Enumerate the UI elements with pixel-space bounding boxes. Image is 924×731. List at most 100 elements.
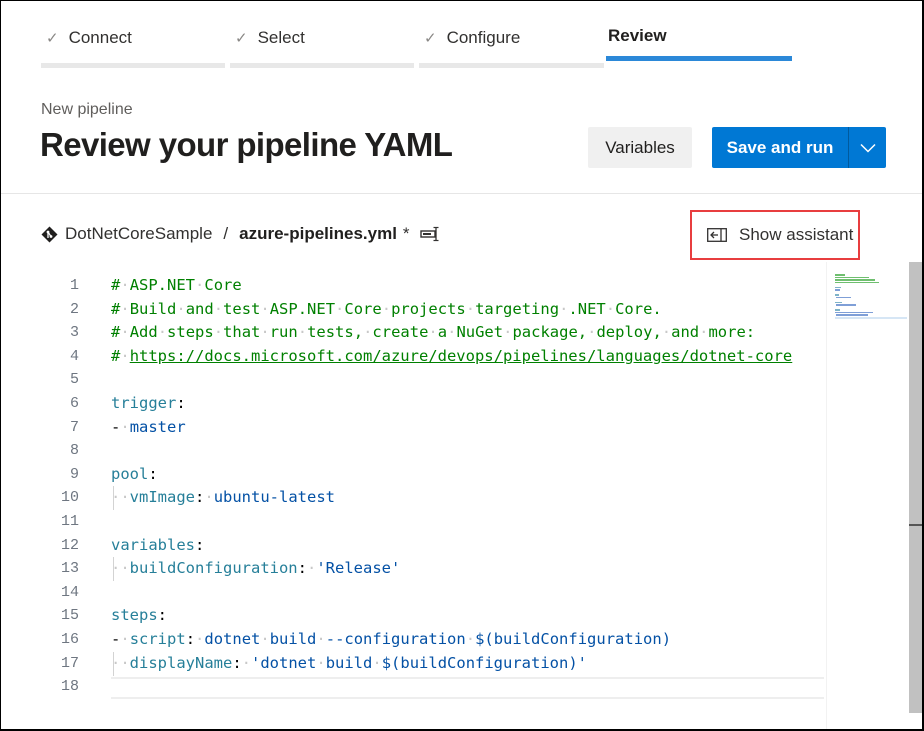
scrollbar-position-marker [909,524,922,526]
yaml-key: steps [111,606,158,625]
yaml-colon: : [195,535,205,554]
docs-link[interactable]: https://docs.microsoft.com/azure/devops/… [130,347,793,365]
yaml-colon: : [232,653,242,672]
step-active-indicator [606,56,792,61]
yaml-key: buildConfiguration [129,559,298,578]
yaml-editor[interactable]: 1 #·ASP.NET·Core 2 #·Build·and·test·ASP.… [0,272,824,731]
minimap-line [836,296,851,298]
line-number: 4 [69,347,79,365]
step-configure[interactable]: ✓ Configure [419,0,604,68]
line-number: 9 [69,465,79,483]
save-and-run-button[interactable]: Save and run [712,127,849,168]
code-line: 13 ··buildConfiguration:·'Release' [0,557,824,581]
save-and-run-split-button: Save and run [712,127,886,168]
code-line: 16 -·script:·dotnet·build·--configuratio… [0,628,824,652]
line-number: 10 [60,489,79,507]
yaml-key: trigger [111,394,177,412]
step-label: Select [257,28,305,47]
line-number: 13 [60,560,79,578]
yaml-value: 'Release' [316,559,401,578]
yaml-key: pool [111,464,149,483]
breadcrumb-separator: / [223,224,229,243]
check-icon: ✓ [424,30,437,47]
step-label: Connect [68,28,132,47]
file-name: azure-pipelines.yml [239,224,397,243]
breadcrumb: DotNetCoreSample / azure-pipelines.yml * [41,224,442,244]
comment-hash: # [111,299,121,318]
comment-text: Add·steps·that·run·tests,·create·a·NuGet… [129,323,756,342]
editor-scrollbar[interactable] [909,262,922,713]
yaml-colon: : [148,464,158,483]
step-connect[interactable]: ✓ Connect [41,0,225,68]
code-line: 9 pool: [0,463,824,487]
comment-hash: # [111,323,121,342]
yaml-colon: : [157,606,168,625]
code-line: 7 -·master [0,416,824,440]
yaml-value: dotnet·build·--configuration·$(buildConf… [204,630,672,648]
step-progress-bar [230,63,414,68]
variables-button[interactable]: Variables [588,127,692,168]
code-line: 10 ··vmImage:·ubuntu-latest [0,486,824,510]
line-number: 17 [60,654,79,672]
comment-text: ASP.NET·Core [129,276,242,294]
line-number: 7 [69,418,79,436]
minimap-line [835,281,879,283]
yaml-key: script [129,630,186,648]
minimap-line [835,274,845,276]
line-number: 6 [69,395,79,412]
code-line: 4 #·https://docs.microsoft.com/azure/dev… [0,345,824,369]
code-line: 15 steps: [0,604,824,628]
yaml-colon: : [176,394,186,412]
minimap-line [835,286,841,288]
code-line: 2 #·Build·and·test·ASP.NET·Core·projects… [0,298,824,322]
line-number: 5 [69,371,79,389]
show-assistant-button[interactable]: Show assistant [690,210,860,260]
code-line: 14 [0,581,824,605]
step-select[interactable]: ✓ Select [230,0,414,68]
line-number: 12 [60,536,79,554]
git-repo-icon [41,226,58,243]
code-line: 3 #·Add·steps·that·run·tests,·create·a·N… [0,321,824,345]
yaml-colon: : [195,488,205,507]
page-title: Review your pipeline YAML [40,126,453,163]
yaml-colon: : [297,559,307,578]
step-progress-bar [419,63,604,68]
comment-hash: # [111,346,121,365]
editor-minimap[interactable] [826,262,909,731]
yaml-colon: : [185,630,196,648]
minimap-line [835,289,840,291]
step-label: Configure [446,28,521,47]
yaml-value: master [129,417,186,436]
line-number: 11 [60,513,79,530]
minimap-line [835,309,840,311]
minimap-line [836,304,856,306]
minimap-line [835,311,873,313]
save-options-dropdown[interactable] [849,127,886,168]
code-line: 8 [0,439,824,463]
minimap-line [835,301,842,303]
repo-link[interactable]: DotNetCoreSample [65,224,212,244]
step-label: Review [608,26,667,45]
code-line: 5 [0,368,824,392]
line-number: 16 [60,631,79,648]
step-progress-bar [41,63,225,68]
minimap-line [835,294,839,296]
comment-hash: # [111,276,121,294]
header-divider [1,193,922,194]
line-number: 2 [69,300,79,318]
step-review[interactable]: Review [606,0,792,66]
line-number: 1 [69,277,79,294]
rename-icon[interactable] [419,226,442,242]
wizard-steps: ✓ Connect ✓ Select ✓ Configure Review [41,0,801,70]
minimap-current-line [835,316,907,319]
yaml-value: ubuntu-latest [213,488,336,507]
code-line: 1 #·ASP.NET·Core [0,274,824,298]
code-line: 12 variables: [0,534,824,558]
code-line: 18 [0,675,824,699]
yaml-key: variables [111,535,195,554]
panel-expand-icon [707,228,727,242]
yaml-dash: - [111,417,121,436]
show-assistant-label: Show assistant [739,225,854,244]
yaml-dash: - [111,630,121,648]
check-icon: ✓ [46,30,59,47]
